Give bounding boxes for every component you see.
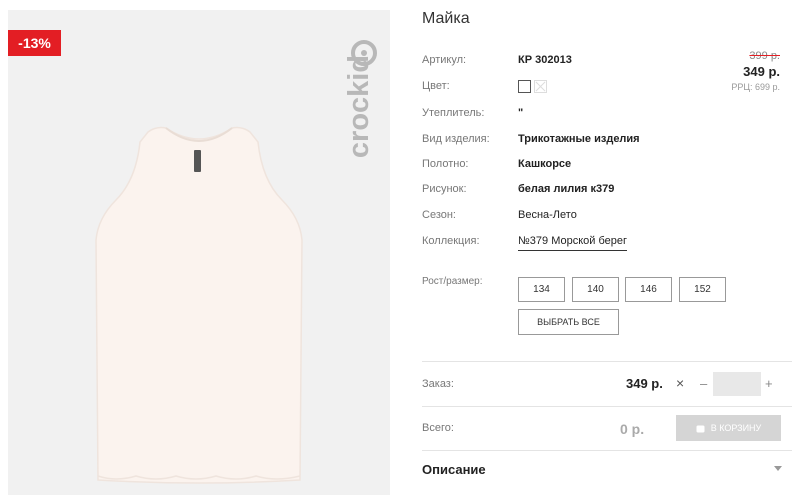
- spec-value: Весна-Лето: [518, 209, 577, 221]
- recommended-price: РРЦ: 699 р.: [731, 82, 780, 92]
- collection-link[interactable]: №379 Морской берег: [518, 235, 628, 251]
- spec-label: Рисунок:: [422, 183, 467, 195]
- add-to-cart-button[interactable]: В КОРЗИНУ: [676, 415, 781, 441]
- spec-label: Цвет:: [422, 80, 450, 92]
- size-option-152[interactable]: 152: [679, 277, 726, 302]
- spec-label: Полотно:: [422, 158, 469, 170]
- old-price: 399 р.: [749, 50, 780, 62]
- description-toggle[interactable]: Описание: [422, 462, 486, 477]
- total-value: 0 р.: [620, 421, 645, 437]
- product-title: Майка: [422, 10, 470, 27]
- divider: [422, 406, 792, 407]
- cart-icon: [696, 425, 705, 433]
- brand-name: crockid: [343, 54, 376, 159]
- total-label: Всего:: [422, 422, 454, 434]
- size-option-140[interactable]: 140: [572, 277, 619, 302]
- quantity-input[interactable]: [713, 372, 761, 396]
- brand-logo: crockid: [338, 40, 390, 180]
- select-all-sizes-button[interactable]: ВЫБРАТЬ ВСЕ: [518, 309, 619, 335]
- size-option-134[interactable]: 134: [518, 277, 565, 302]
- order-unit-price: 349 р.: [626, 376, 663, 391]
- decrease-quantity-button[interactable]: –: [700, 376, 707, 391]
- spec-label: Сезон:: [422, 209, 456, 221]
- spec-value: Кашкорсе: [518, 158, 572, 170]
- spec-label: Вид изделия:: [422, 133, 490, 145]
- color-swatch-white[interactable]: [518, 80, 531, 93]
- color-swatch-unavailable[interactable]: [534, 80, 547, 93]
- spec-value: белая лилия к379: [518, 183, 615, 195]
- discount-badge: -13%: [8, 30, 61, 56]
- add-to-cart-label: В КОРЗИНУ: [710, 423, 762, 433]
- chevron-down-icon[interactable]: [774, 466, 782, 471]
- spec-label: Артикул:: [422, 54, 467, 66]
- increase-quantity-button[interactable]: +: [765, 376, 773, 391]
- spec-value: Трикотажные изделия: [518, 133, 640, 145]
- divider: [422, 361, 792, 362]
- divider: [422, 450, 792, 451]
- spec-label: Утеплитель:: [422, 107, 485, 119]
- size-label: Рост/размер:: [422, 276, 483, 287]
- spec-label: Коллекция:: [422, 235, 480, 247]
- current-price: 349 р.: [743, 64, 780, 79]
- size-option-146[interactable]: 146: [625, 277, 672, 302]
- spec-value: ": [518, 107, 524, 119]
- order-label: Заказ:: [422, 378, 454, 390]
- product-info-panel: Майка 399 р. 349 р. РРЦ: 699 р. Артикул:…: [422, 0, 792, 495]
- tank-top-image: [95, 126, 303, 484]
- spec-value: КР 302013: [518, 54, 572, 66]
- times-icon: ×: [676, 375, 685, 391]
- product-image-panel[interactable]: -13% crockid: [8, 10, 390, 495]
